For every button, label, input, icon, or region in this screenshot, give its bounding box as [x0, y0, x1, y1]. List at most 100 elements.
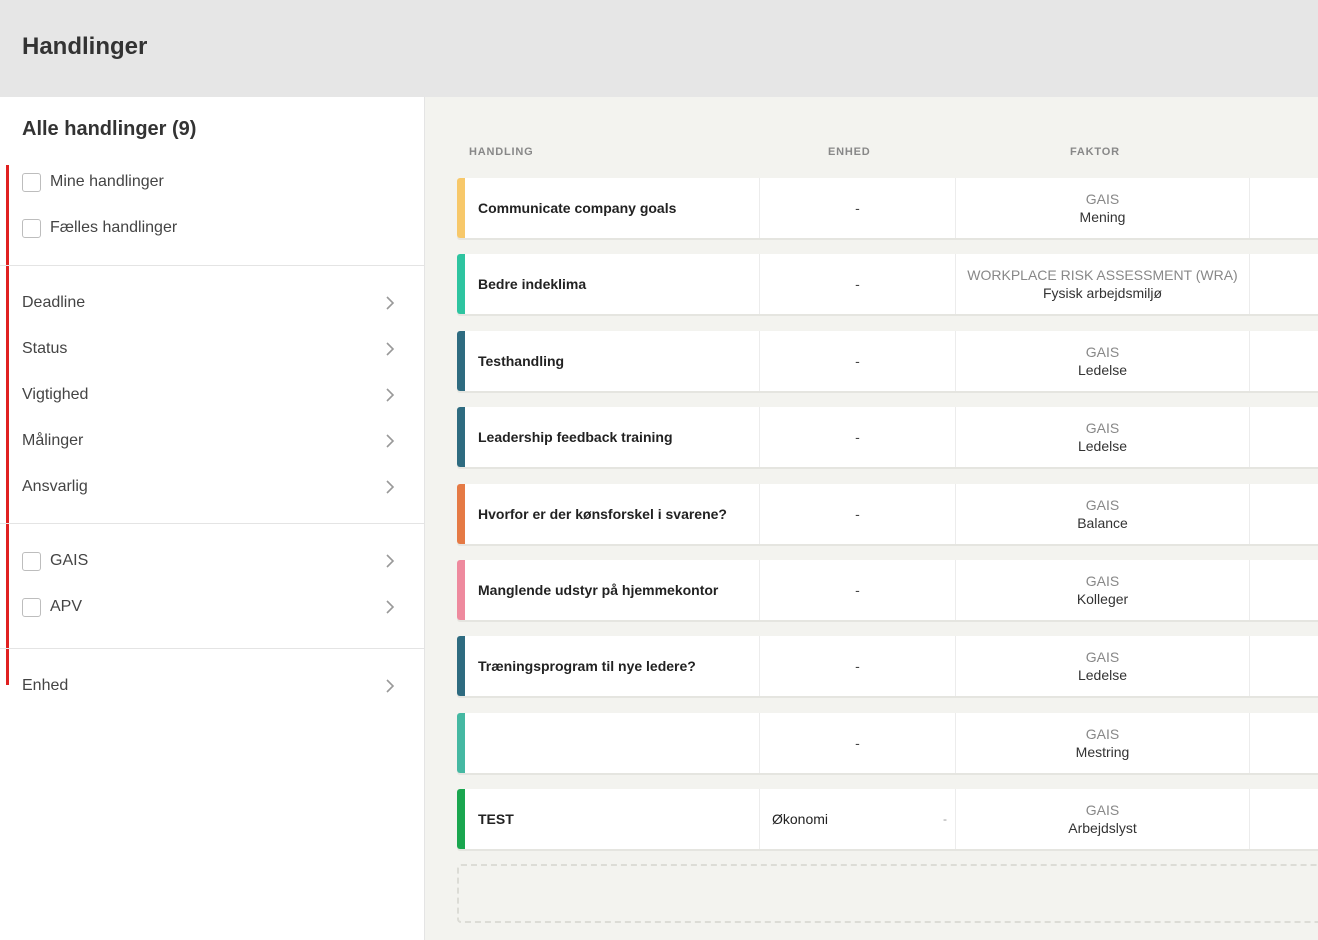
- filter-label: Status: [22, 340, 68, 357]
- action-name: TEST: [478, 811, 514, 827]
- action-unit: -: [855, 353, 860, 369]
- factor-type: GAIS: [1085, 344, 1120, 360]
- table-row[interactable]: Træningsprogram til nye ledere? - GAIS L…: [457, 636, 1318, 696]
- filter-faelles-handlinger[interactable]: Fælles handlinger: [22, 213, 397, 243]
- table-row[interactable]: Hvorfor er der kønsforskel i svarene? - …: [457, 484, 1318, 544]
- factor-type: GAIS: [1085, 726, 1120, 742]
- action-factor: GAIS Ledelse: [956, 331, 1249, 391]
- chevron-right-icon: [383, 554, 397, 568]
- factor-type: GAIS: [1085, 573, 1120, 589]
- factor-name: Kolleger: [1076, 591, 1129, 607]
- filter-ansvarlig[interactable]: Ansvarlig: [22, 472, 397, 502]
- factor-name: Ledelse: [1077, 362, 1128, 378]
- factor-type: GAIS: [1085, 802, 1120, 818]
- factor-name: Mening: [1079, 209, 1126, 225]
- table-row[interactable]: Communicate company goals - GAIS Mening: [457, 178, 1318, 238]
- filter-malinger[interactable]: Målinger: [22, 426, 397, 456]
- chevron-right-icon: [383, 600, 397, 614]
- factor-name: Fysisk arbejdsmiljø: [1042, 285, 1162, 301]
- checkbox[interactable]: [22, 172, 41, 192]
- action-unit: -: [855, 506, 860, 522]
- column-separator: [1249, 560, 1250, 620]
- column-header-handling[interactable]: HANDLING: [469, 146, 533, 158]
- filter-status[interactable]: Status: [22, 334, 397, 364]
- column-separator: [1249, 484, 1250, 544]
- divider: [0, 523, 424, 524]
- table-row[interactable]: Bedre indeklima - WORKPLACE RISK ASSESSM…: [457, 254, 1318, 314]
- table-row[interactable]: Testhandling - GAIS Ledelse: [457, 331, 1318, 391]
- action-factor: GAIS Kolleger: [956, 560, 1249, 620]
- row-color-stripe: [457, 407, 465, 467]
- filter-apv[interactable]: APV: [22, 592, 397, 622]
- action-unit: -: [855, 429, 860, 445]
- factor-name: Arbejdslyst: [1068, 820, 1137, 836]
- page-header: Handlinger: [0, 0, 1318, 97]
- filter-deadline[interactable]: Deadline: [22, 288, 397, 318]
- action-unit: -: [855, 735, 860, 751]
- column-separator: [1249, 789, 1250, 849]
- table-row[interactable]: Leadership feedback training - GAIS Lede…: [457, 407, 1318, 467]
- action-name: Bedre indeklima: [478, 276, 587, 292]
- action-name: Manglende udstyr på hjemmekontor: [478, 582, 719, 598]
- row-color-stripe: [457, 560, 465, 620]
- column-separator: [1249, 331, 1250, 391]
- filter-label: GAIS: [50, 552, 89, 569]
- chevron-right-icon: [383, 679, 397, 693]
- filter-gais[interactable]: GAIS: [22, 546, 397, 576]
- action-name: Communicate company goals: [478, 200, 677, 216]
- column-separator: [759, 789, 760, 849]
- unit-name: Økonomi: [772, 811, 829, 827]
- chevron-right-icon: [383, 296, 397, 310]
- factor-name: Ledelse: [1077, 438, 1128, 454]
- row-color-stripe: [457, 636, 465, 696]
- filter-label: Ansvarlig: [22, 478, 88, 495]
- factor-type: GAIS: [1085, 497, 1120, 513]
- checkbox[interactable]: [22, 597, 41, 617]
- action-name: Hvorfor er der kønsforskel i svarene?: [478, 506, 727, 522]
- table-row[interactable]: Manglende udstyr på hjemmekontor - GAIS …: [457, 560, 1318, 620]
- checkbox[interactable]: [22, 551, 41, 571]
- row-color-stripe: [457, 789, 465, 849]
- action-unit: -: [855, 658, 860, 674]
- action-factor: GAIS Ledelse: [956, 636, 1249, 696]
- action-factor: GAIS Balance: [956, 484, 1249, 544]
- column-separator: [1249, 254, 1250, 314]
- table-row[interactable]: TEST Økonomi - GAIS Arbejdslyst: [457, 789, 1318, 849]
- filter-vigtighed[interactable]: Vigtighed: [22, 380, 397, 410]
- add-action-placeholder[interactable]: [457, 864, 1318, 923]
- row-color-stripe: [457, 254, 465, 314]
- chevron-right-icon: [383, 342, 397, 356]
- action-factor: GAIS Ledelse: [956, 407, 1249, 467]
- filter-label: Fælles handlinger: [50, 219, 178, 236]
- column-header-faktor[interactable]: FAKTOR: [1070, 146, 1120, 158]
- action-unit: -: [855, 582, 860, 598]
- column-separator: [1249, 178, 1250, 238]
- filter-mine-handlinger[interactable]: Mine handlinger: [22, 167, 397, 197]
- filter-sidebar: Alle handlinger (9) Mine handlinger Fæll…: [0, 97, 425, 940]
- action-name: Testhandling: [478, 353, 565, 369]
- filter-label: APV: [50, 598, 83, 615]
- action-unit: Økonomi -: [772, 789, 947, 849]
- action-name: [478, 713, 758, 773]
- actions-table: HANDLING ENHED FAKTOR Communicate compan…: [425, 97, 1318, 940]
- column-separator: [1249, 407, 1250, 467]
- factor-type: WORKPLACE RISK ASSESSMENT (WRA): [967, 267, 1238, 283]
- column-separator: [1249, 636, 1250, 696]
- filter-label: Målinger: [22, 432, 84, 449]
- factor-type: GAIS: [1085, 649, 1120, 665]
- divider: [0, 265, 424, 266]
- table-row[interactable]: - GAIS Mestring: [457, 713, 1318, 773]
- row-color-stripe: [457, 178, 465, 238]
- selection-indicator: [6, 165, 9, 685]
- row-color-stripe: [457, 713, 465, 773]
- sidebar-title: Alle handlinger (9): [22, 118, 197, 140]
- column-separator: [1249, 713, 1250, 773]
- filter-enhed[interactable]: Enhed: [22, 671, 397, 701]
- factor-name: Balance: [1077, 515, 1128, 531]
- filter-label: Deadline: [22, 294, 86, 311]
- unit-dash: -: [943, 812, 947, 826]
- checkbox[interactable]: [22, 218, 41, 238]
- factor-type: GAIS: [1085, 191, 1120, 207]
- factor-name: Ledelse: [1077, 667, 1128, 683]
- column-header-enhed[interactable]: ENHED: [828, 146, 871, 158]
